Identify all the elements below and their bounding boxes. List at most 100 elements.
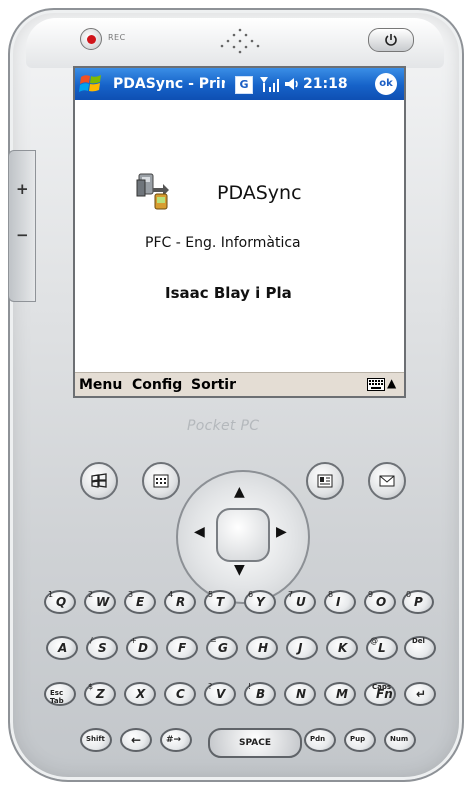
record-button[interactable] bbox=[80, 28, 102, 50]
key-label: K bbox=[338, 641, 348, 655]
key-secondary-label: 8 bbox=[328, 590, 334, 599]
contacts-hardware-button[interactable] bbox=[306, 462, 344, 500]
key-row1-4[interactable]: T5 bbox=[204, 590, 236, 614]
key-label: Q bbox=[56, 595, 67, 609]
envelope-icon bbox=[379, 475, 395, 487]
power-button[interactable] bbox=[368, 28, 414, 52]
key-label: P bbox=[414, 595, 423, 609]
space-key[interactable]: SPACE bbox=[208, 728, 302, 758]
key-row3-1[interactable]: Z $ bbox=[84, 682, 116, 706]
ok-button[interactable]: ok bbox=[375, 73, 397, 95]
page-up-key[interactable]: Pup bbox=[344, 728, 376, 752]
key-secondary-label: 3 bbox=[128, 590, 134, 599]
key-label: Z bbox=[96, 687, 105, 701]
dpad-up-arrow-icon[interactable]: ▲ bbox=[234, 484, 245, 500]
dpad-left-arrow-icon[interactable]: ◀ bbox=[194, 524, 205, 540]
key-row2-7[interactable]: K bbox=[326, 636, 358, 660]
g-status-icon[interactable]: G bbox=[235, 76, 253, 94]
calendar-icon bbox=[153, 474, 169, 488]
volume-icon[interactable] bbox=[283, 75, 301, 93]
key-row1-6[interactable]: U7 bbox=[284, 590, 316, 614]
key-secondary-label: 7 bbox=[288, 590, 294, 599]
key-label: E bbox=[136, 595, 145, 609]
key-secondary-label: $ bbox=[88, 682, 94, 691]
key-row1-2[interactable]: E3 bbox=[124, 590, 156, 614]
key-row3-3[interactable]: C bbox=[164, 682, 196, 706]
windows-flag-icon bbox=[91, 473, 107, 488]
right-arrow-key[interactable]: #→ bbox=[160, 728, 192, 752]
window-title: PDASync - Prin bbox=[113, 76, 225, 92]
key-secondary-label: = bbox=[210, 636, 217, 645]
input-panel-arrow-icon[interactable]: ▲ bbox=[387, 376, 396, 390]
key-row2-1[interactable]: S / bbox=[86, 636, 118, 660]
key-row1-1[interactable]: W2 bbox=[84, 590, 116, 614]
dpad-center-button[interactable] bbox=[216, 508, 270, 562]
shift-key[interactable]: Shift bbox=[80, 728, 112, 752]
volume-up-button[interactable]: + bbox=[16, 180, 29, 198]
left-arrow-key[interactable]: ← bbox=[120, 728, 152, 752]
key-secondary-label: - bbox=[170, 636, 173, 645]
key-label: U bbox=[296, 595, 306, 609]
key-row1-0[interactable]: Q1 bbox=[44, 590, 76, 614]
key-row1-7[interactable]: I8 bbox=[324, 590, 356, 614]
key-row1-3[interactable]: R4 bbox=[164, 590, 196, 614]
key-row1-5[interactable]: Y6 bbox=[244, 590, 276, 614]
key-row3-4[interactable]: V? bbox=[204, 682, 236, 706]
windows-start-icon[interactable] bbox=[79, 72, 103, 96]
key-row1-9[interactable]: P0 bbox=[402, 590, 434, 614]
record-dot-icon bbox=[86, 34, 96, 44]
calendar-hardware-button[interactable] bbox=[142, 462, 180, 500]
key-row3-2[interactable]: X bbox=[124, 682, 156, 706]
speaker-grille-icon bbox=[220, 28, 260, 54]
messaging-hardware-button[interactable] bbox=[368, 462, 406, 500]
key-row3-8[interactable]: Fn Caps bbox=[364, 682, 396, 706]
key-row3-7[interactable]: M bbox=[324, 682, 356, 706]
key-label: Y bbox=[256, 595, 265, 609]
signal-icon[interactable] bbox=[259, 75, 281, 93]
key-label: H bbox=[258, 641, 269, 655]
key-row2-9[interactable]: Del bbox=[404, 636, 436, 660]
record-label: REC bbox=[108, 33, 126, 42]
key-row2-0[interactable]: A bbox=[46, 636, 78, 660]
key-label: O bbox=[376, 595, 387, 609]
device-screen: PDASync - Prin G 21:18 ok PDASync PFC - … bbox=[73, 66, 406, 398]
key-label: M bbox=[336, 687, 348, 701]
volume-down-button[interactable]: − bbox=[16, 226, 29, 244]
key-label: T bbox=[216, 595, 225, 609]
menu-button[interactable]: Menu bbox=[79, 377, 122, 393]
start-hardware-button[interactable] bbox=[80, 462, 118, 500]
key-label: A bbox=[58, 641, 68, 655]
key-secondary-label: 0 bbox=[406, 590, 412, 599]
key-label: N bbox=[296, 687, 307, 701]
key-label: X bbox=[136, 687, 146, 701]
key-row3-6[interactable]: N bbox=[284, 682, 316, 706]
key-row1-8[interactable]: O9 bbox=[364, 590, 396, 614]
keyboard-icon[interactable] bbox=[367, 378, 385, 391]
key-label: I bbox=[336, 595, 341, 609]
page-down-key[interactable]: Pdn bbox=[304, 728, 336, 752]
sortir-button[interactable]: Sortir bbox=[191, 377, 236, 393]
dpad-down-arrow-icon[interactable]: ▼ bbox=[234, 562, 245, 578]
power-icon bbox=[385, 34, 397, 46]
key-row2-3[interactable]: F- bbox=[166, 636, 198, 660]
key-secondary-label: 9 bbox=[368, 590, 374, 599]
num-key[interactable]: Num bbox=[384, 728, 416, 752]
key-label: L bbox=[378, 641, 386, 655]
key-row2-4[interactable]: G = bbox=[206, 636, 238, 660]
key-label: F bbox=[178, 641, 187, 655]
key-label: J bbox=[298, 641, 303, 655]
key-row3-0[interactable]: Esc Tab bbox=[44, 682, 76, 706]
key-row3-9[interactable]: ↵ bbox=[404, 682, 436, 706]
key-row3-5[interactable]: B! bbox=[244, 682, 276, 706]
key-row2-8[interactable]: L @ bbox=[366, 636, 398, 660]
clock-time[interactable]: 21:18 bbox=[303, 76, 348, 92]
author-name: Isaac Blay i Pla bbox=[165, 284, 292, 302]
key-secondary-label: ! bbox=[248, 682, 252, 691]
key-label: V bbox=[216, 687, 226, 701]
dpad-right-arrow-icon[interactable]: ▶ bbox=[276, 524, 287, 540]
key-label: W bbox=[96, 595, 110, 609]
key-row2-5[interactable]: H bbox=[246, 636, 278, 660]
key-row2-2[interactable]: D + bbox=[126, 636, 158, 660]
key-row2-6[interactable]: J bbox=[286, 636, 318, 660]
config-button[interactable]: Config bbox=[132, 377, 182, 393]
